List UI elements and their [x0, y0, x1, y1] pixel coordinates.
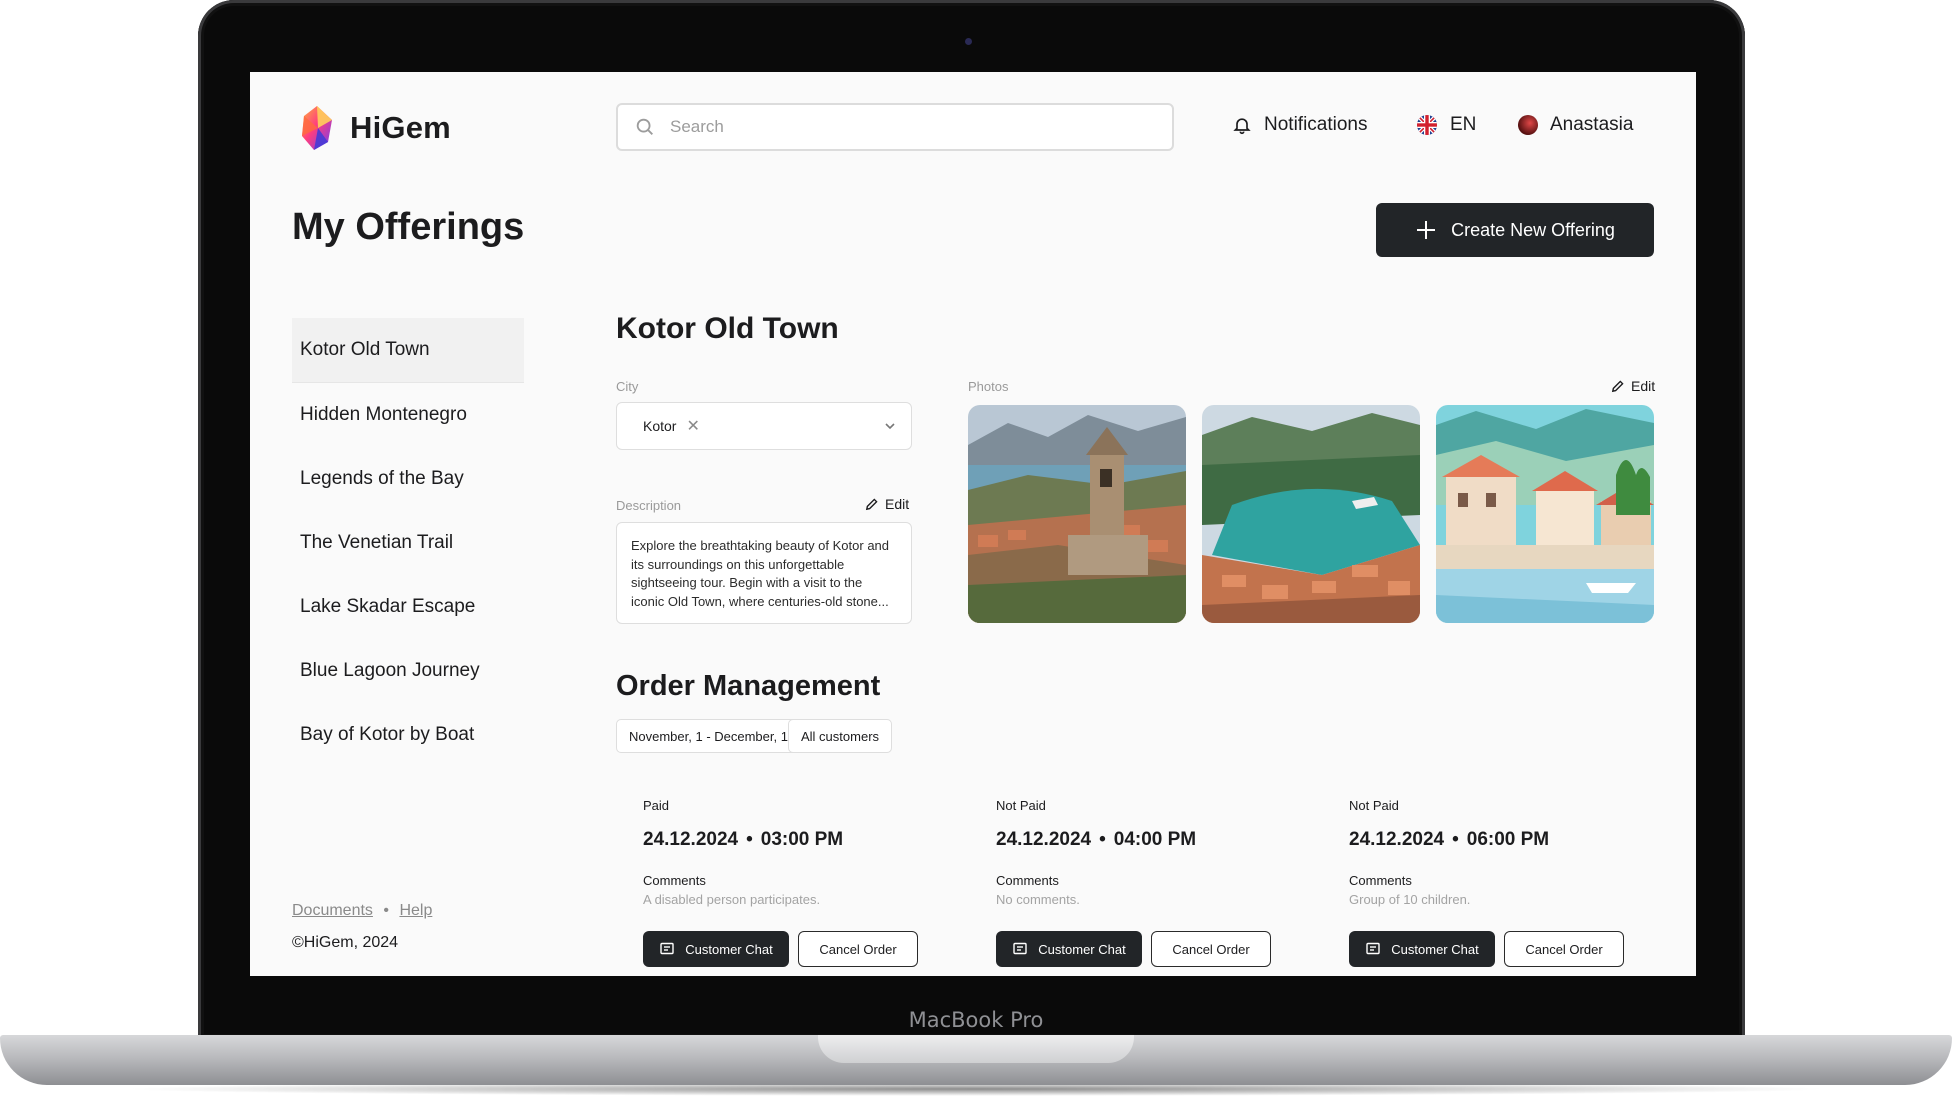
description-text[interactable]: Explore the breathtaking beauty of Kotor…	[616, 522, 912, 624]
notifications-button[interactable]: Notifications	[1232, 114, 1368, 136]
sidebar-item-lake-skadar-escape[interactable]: Lake Skadar Escape	[292, 575, 524, 639]
pencil-icon	[865, 497, 878, 510]
notifications-label: Notifications	[1264, 114, 1368, 135]
photo-kotor-church-tower	[968, 405, 1186, 623]
user-name: Anastasia	[1550, 114, 1634, 135]
language-label: EN	[1450, 114, 1477, 135]
logo[interactable]: HiGem	[298, 104, 451, 152]
copyright: ©HiGem, 2024	[292, 934, 399, 951]
order-card: Not Paid 24.12.2024 • 04:00 PM Comments No…	[996, 798, 1296, 967]
cancel-order-button[interactable]: Cancel Order	[798, 931, 918, 967]
create-offering-button[interactable]: Create New Offering	[1376, 203, 1654, 257]
edit-photos-button[interactable]: Edit	[1610, 378, 1655, 394]
sidebar-item-blue-lagoon-journey[interactable]: Blue Lagoon Journey	[292, 639, 524, 703]
comments-text: Group of 10 children.	[1349, 892, 1471, 907]
customer-chat-label: Customer Chat	[1391, 941, 1479, 957]
sidebar-item-hidden-montenegro[interactable]: Hidden Montenegro	[292, 383, 524, 447]
order-management-title: Order Management	[616, 670, 881, 702]
city-label: City	[616, 379, 639, 394]
offerings-sidebar: Kotor Old Town Hidden Montenegro Legends…	[292, 318, 524, 767]
photo-kotor-bay-aerial	[1202, 405, 1420, 623]
city-select[interactable]: Kotor ✕	[616, 402, 912, 450]
webcam	[965, 38, 972, 45]
user-menu[interactable]: Anastasia	[1518, 114, 1633, 136]
order-time: 04:00 PM	[1113, 829, 1197, 850]
edit-photos-label: Edit	[1631, 378, 1656, 394]
photos-label: Photos	[968, 379, 1009, 394]
clear-city-icon[interactable]: ✕	[686, 416, 699, 436]
order-time: 06:00 PM	[1466, 829, 1550, 850]
laptop-notch	[818, 1035, 1134, 1063]
city-value: Kotor	[643, 418, 677, 434]
customer-chat-label: Customer Chat	[1038, 941, 1126, 957]
order-card: Paid 24.12.2024 • 03:00 PM Comments A disa…	[643, 798, 943, 967]
order-card: Not Paid 24.12.2024 • 06:00 PM Comments Gr…	[1349, 798, 1649, 967]
uk-flag-icon	[1417, 115, 1437, 135]
search-icon	[636, 118, 653, 135]
order-date: 24.12.2024	[643, 829, 739, 850]
bell-icon	[1233, 118, 1251, 135]
cancel-order-button[interactable]: Cancel Order	[1151, 931, 1271, 967]
page-title: My Offerings	[292, 206, 525, 248]
order-datetime: 24.12.2024 • 03:00 PM	[643, 829, 943, 851]
pencil-icon	[1611, 379, 1624, 392]
comments-text: No comments.	[996, 892, 1080, 907]
comments-label: Comments	[996, 873, 1059, 888]
device-label: MacBook Pro	[908, 1008, 1044, 1032]
dot-separator: •	[1099, 829, 1106, 850]
order-date: 24.12.2024	[1349, 829, 1445, 850]
footer-separator: •	[383, 902, 389, 919]
sidebar-item-bay-of-kotor-by-boat[interactable]: Bay of Kotor by Boat	[292, 703, 524, 767]
edit-description-button[interactable]: Edit	[864, 496, 909, 512]
chat-icon	[660, 942, 674, 955]
search-bar[interactable]	[616, 103, 1174, 151]
payment-status: Paid	[643, 798, 670, 813]
plus-icon	[1417, 221, 1436, 239]
footer-links: Documents • Help	[292, 902, 432, 920]
help-link[interactable]: Help	[399, 902, 432, 919]
edit-description-label: Edit	[885, 496, 910, 512]
sidebar-item-venetian-trail[interactable]: The Venetian Trail	[292, 511, 524, 575]
language-selector[interactable]: EN	[1416, 114, 1476, 136]
offering-title: Kotor Old Town	[616, 312, 839, 345]
search-input[interactable]	[668, 116, 1152, 138]
app-screen: HiGem Notifications EN Anastasia My Offe	[250, 72, 1696, 976]
dot-separator: •	[746, 829, 753, 850]
order-time: 03:00 PM	[760, 829, 844, 850]
create-offering-label: Create New Offering	[1451, 219, 1615, 240]
payment-status: Not Paid	[996, 798, 1046, 813]
sidebar-item-kotor-old-town[interactable]: Kotor Old Town	[292, 318, 524, 383]
offering-photo[interactable]	[1436, 405, 1654, 623]
customer-filter[interactable]: All customers	[788, 719, 893, 753]
app-name: HiGem	[350, 110, 451, 145]
avatar	[1518, 115, 1538, 135]
documents-link[interactable]: Documents	[292, 902, 373, 919]
dot-separator: •	[1452, 829, 1459, 850]
offering-photo[interactable]	[968, 405, 1186, 623]
chevron-down-icon	[885, 423, 895, 430]
order-datetime: 24.12.2024 • 04:00 PM	[996, 829, 1296, 851]
cancel-order-button[interactable]: Cancel Order	[1504, 931, 1624, 967]
offering-photo[interactable]	[1202, 405, 1420, 623]
payment-status: Not Paid	[1349, 798, 1399, 813]
order-datetime: 24.12.2024 • 06:00 PM	[1349, 829, 1649, 851]
comments-text: A disabled person participates.	[643, 892, 821, 907]
date-range-filter[interactable]: November, 1 - December, 1	[616, 719, 801, 753]
chat-icon	[1366, 942, 1380, 955]
customer-chat-button[interactable]: Customer Chat	[996, 931, 1142, 967]
comments-label: Comments	[1349, 873, 1412, 888]
customer-chat-button[interactable]: Customer Chat	[1349, 931, 1495, 967]
description-label: Description	[616, 498, 682, 513]
customer-chat-label: Customer Chat	[685, 941, 773, 957]
comments-label: Comments	[643, 873, 706, 888]
chat-icon	[1013, 942, 1027, 955]
photo-kotor-waterfront	[1436, 405, 1654, 623]
customer-chat-button[interactable]: Customer Chat	[643, 931, 789, 967]
sidebar-item-legends-of-the-bay[interactable]: Legends of the Bay	[292, 447, 524, 511]
order-date: 24.12.2024	[996, 829, 1092, 850]
gem-logo-icon	[302, 106, 332, 150]
